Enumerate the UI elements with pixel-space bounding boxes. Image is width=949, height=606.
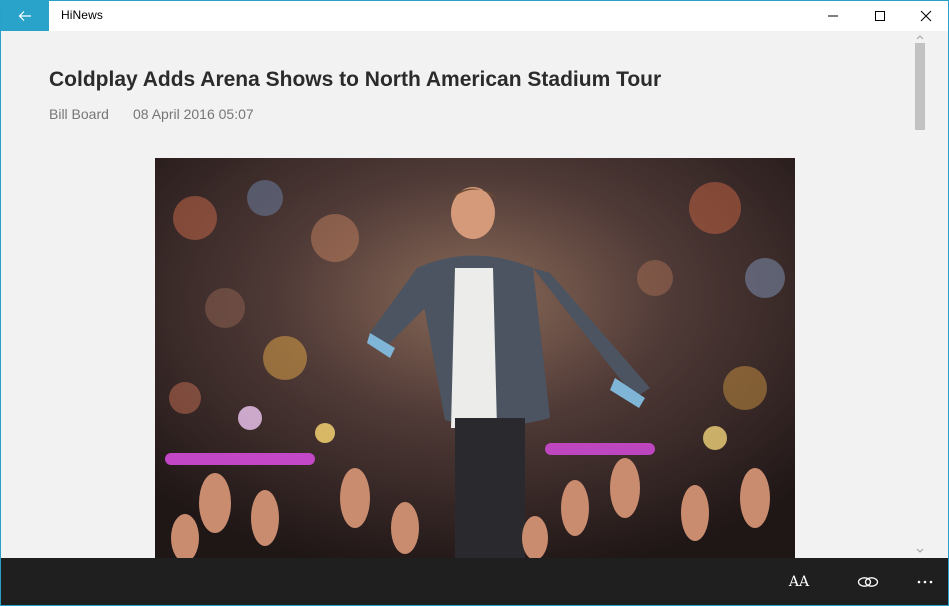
- close-button[interactable]: [903, 1, 948, 31]
- article-source[interactable]: Bill Board: [49, 106, 109, 122]
- singer-performing-photo: [155, 158, 795, 558]
- more-icon: [917, 580, 933, 584]
- link-icon: [857, 577, 879, 587]
- minimize-icon: [828, 15, 838, 17]
- close-icon: [920, 10, 932, 22]
- app-title: HiNews: [61, 8, 103, 22]
- article-content[interactable]: Coldplay Adds Arena Shows to North Ameri…: [1, 31, 948, 558]
- vertical-scrollbar[interactable]: [910, 31, 930, 558]
- arrow-left-icon: [18, 11, 31, 21]
- title-bar: HiNews: [1, 1, 948, 31]
- maximize-icon: [875, 11, 885, 21]
- font-size-icon: AA: [788, 574, 810, 590]
- back-button[interactable]: [1, 1, 49, 31]
- article-hero-image: [155, 158, 795, 558]
- scrollbar-thumb[interactable]: [915, 43, 925, 130]
- maximize-button[interactable]: [857, 1, 903, 31]
- more-button[interactable]: [910, 568, 940, 596]
- app-window: HiNews Coldplay Adds Arena Shows to Nort…: [0, 0, 949, 606]
- font-size-button[interactable]: AA: [784, 568, 814, 596]
- link-button[interactable]: [853, 568, 883, 596]
- article-title: Coldplay Adds Arena Shows to North Ameri…: [49, 68, 662, 91]
- minimize-button[interactable]: [810, 1, 856, 31]
- scroll-down-icon[interactable]: [914, 545, 926, 557]
- bottom-app-bar: AA: [1, 558, 948, 605]
- scroll-up-icon[interactable]: [914, 31, 926, 43]
- article-date: 08 April 2016 05:07: [133, 106, 254, 122]
